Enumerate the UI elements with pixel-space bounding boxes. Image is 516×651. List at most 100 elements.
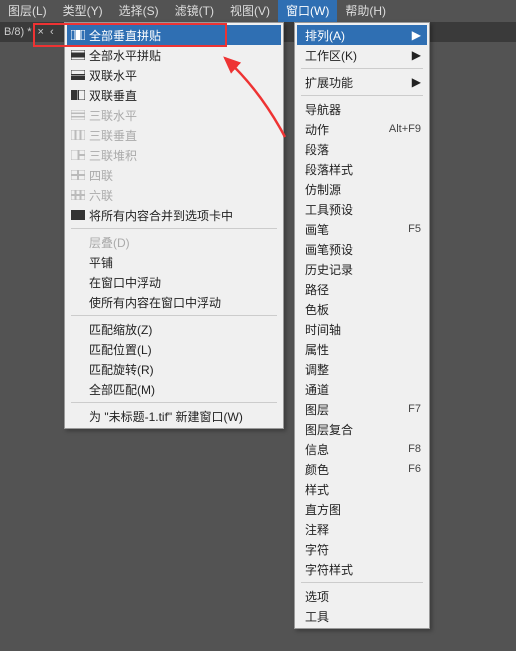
menu-item-label: 通道 [305, 381, 421, 398]
menu-item-label: 平铺 [89, 254, 275, 271]
menu-item[interactable]: 动作 Alt+F9 [297, 119, 427, 139]
menu-item[interactable]: 图层 F7 [297, 399, 427, 419]
menu-item[interactable]: 属性 [297, 339, 427, 359]
shortcut-label: Alt+F9 [389, 123, 421, 135]
menu-item-label: 全部水平拼贴 [89, 47, 275, 64]
blank-icon [71, 297, 85, 307]
menu-item-label: 在窗口中浮动 [89, 274, 275, 291]
menu-item[interactable]: 仿制源 [297, 179, 427, 199]
menu-item-label: 色板 [305, 301, 421, 318]
menu-item-label: 双联垂直 [89, 87, 275, 104]
blank-icon [71, 384, 85, 394]
menu-item-label: 排列(A) [305, 27, 404, 44]
menu-item[interactable]: 时间轴 [297, 319, 427, 339]
menu-item-label: 匹配缩放(Z) [89, 321, 275, 338]
menu-item-label: 选项 [305, 588, 421, 605]
menu-item[interactable]: 匹配缩放(Z) [67, 319, 281, 339]
menu-item[interactable]: 工具 [297, 606, 427, 626]
menu-item[interactable]: 双联水平 [67, 65, 281, 85]
menu-item-label: 三联水平 [89, 107, 275, 124]
menu-item[interactable]: 画笔F5 [297, 219, 427, 239]
menu-item-label: 六联 [89, 187, 275, 204]
menu-item-label: 工具 [305, 608, 421, 625]
submenu-arrow-icon: ▶ [412, 75, 421, 89]
menu-item[interactable]: 匹配位置(L) [67, 339, 281, 359]
menu-item[interactable]: 在窗口中浮动 [67, 272, 281, 292]
menu-item[interactable]: 双联垂直 [67, 85, 281, 105]
menu-item[interactable]: 排列(A) ▶ [297, 25, 427, 45]
menu-window[interactable]: 窗口(W) [278, 0, 337, 22]
menu-item-label: 字符 [305, 541, 421, 558]
menu-item[interactable]: 段落样式 [297, 159, 427, 179]
menu-item-label: 颜色 [305, 461, 398, 478]
separator [301, 68, 423, 69]
menu-item[interactable]: 导航器 [297, 99, 427, 119]
menu-item-label: 导航器 [305, 101, 421, 118]
menu-item-label: 动作 [305, 121, 379, 138]
menu-item-label: 全部匹配(M) [89, 381, 275, 398]
menu-item: 三联堆积 [67, 145, 281, 165]
menu-item[interactable]: 扩展功能 ▶ [297, 72, 427, 92]
menu-item[interactable]: 选项 [297, 586, 427, 606]
menu-item[interactable]: 使所有内容在窗口中浮动 [67, 292, 281, 312]
menu-item[interactable]: 匹配旋转(R) [67, 359, 281, 379]
menu-item[interactable]: 字符样式 [297, 559, 427, 579]
blank-icon [71, 364, 85, 374]
menu-view[interactable]: 视图(V) [222, 0, 278, 22]
menu-item[interactable]: 色板 [297, 299, 427, 319]
menu-item: 三联垂直 [67, 125, 281, 145]
menu-item-label: 层叠(D) [89, 234, 275, 251]
menu-item[interactable]: 样式 [297, 479, 427, 499]
menu-item[interactable]: 直方图 [297, 499, 427, 519]
menu-layer[interactable]: 图层(L) [0, 0, 55, 22]
h3-icon [71, 110, 85, 120]
close-icon[interactable]: × [38, 26, 44, 38]
menu-item-label: 字符样式 [305, 561, 421, 578]
chevron-left-icon[interactable]: ‹ [50, 26, 54, 38]
menu-item[interactable]: 画笔预设 [297, 239, 427, 259]
menu-item-label: 图层 [305, 401, 398, 418]
menu-item[interactable]: 平铺 [67, 252, 281, 272]
menu-item[interactable]: 图层复合 [297, 419, 427, 439]
menu-item-label: 路径 [305, 281, 421, 298]
separator [301, 582, 423, 583]
menu-help[interactable]: 帮助(H) [337, 0, 394, 22]
v2-icon [71, 90, 85, 100]
menu-item-label: 画笔 [305, 221, 398, 238]
menu-item-label: 四联 [89, 167, 275, 184]
menu-item-label: 双联水平 [89, 67, 275, 84]
menu-item[interactable]: 全部垂直拼贴 [67, 25, 281, 45]
menu-item[interactable]: 调整 [297, 359, 427, 379]
menu-item[interactable]: 信息F8 [297, 439, 427, 459]
menu-item[interactable]: 工具预设 [297, 199, 427, 219]
shortcut-label: F7 [408, 403, 421, 415]
separator [301, 95, 423, 96]
blank-icon [71, 277, 85, 287]
menu-item[interactable]: 全部匹配(M) [67, 379, 281, 399]
menubar: 图层(L) 类型(Y) 选择(S) 滤镜(T) 视图(V) 窗口(W) 帮助(H… [0, 0, 516, 22]
menu-item[interactable]: 工作区(K)▶ [297, 45, 427, 65]
menu-select[interactable]: 选择(S) [111, 0, 167, 22]
submenu-arrow-icon: ▶ [412, 28, 421, 42]
menu-item-label: 仿制源 [305, 181, 421, 198]
menu-item[interactable]: 段落 [297, 139, 427, 159]
menu-item[interactable]: 历史记录 [297, 259, 427, 279]
menu-item[interactable]: 通道 [297, 379, 427, 399]
menu-item-label: 直方图 [305, 501, 421, 518]
menu-filter[interactable]: 滤镜(T) [167, 0, 222, 22]
menu-item[interactable]: 全部水平拼贴 [67, 45, 281, 65]
menu-item[interactable]: 字符 [297, 539, 427, 559]
menu-item-label: 匹配旋转(R) [89, 361, 275, 378]
menu-item-label: 扩展功能 [305, 74, 404, 91]
document-tab-label: B/8) * [4, 26, 32, 38]
menu-item[interactable]: 颜色F6 [297, 459, 427, 479]
menu-item[interactable]: 为 "未标题-1.tif" 新建窗口(W) [67, 406, 281, 426]
menu-item[interactable]: 将所有内容合并到选项卡中 [67, 205, 281, 225]
hrows-icon [71, 50, 85, 60]
menu-item[interactable]: 注释 [297, 519, 427, 539]
menu-item: 层叠(D) [67, 232, 281, 252]
blank-icon [71, 411, 85, 421]
menu-type[interactable]: 类型(Y) [55, 0, 111, 22]
menu-item[interactable]: 路径 [297, 279, 427, 299]
menu-item-label: 使所有内容在窗口中浮动 [89, 294, 275, 311]
